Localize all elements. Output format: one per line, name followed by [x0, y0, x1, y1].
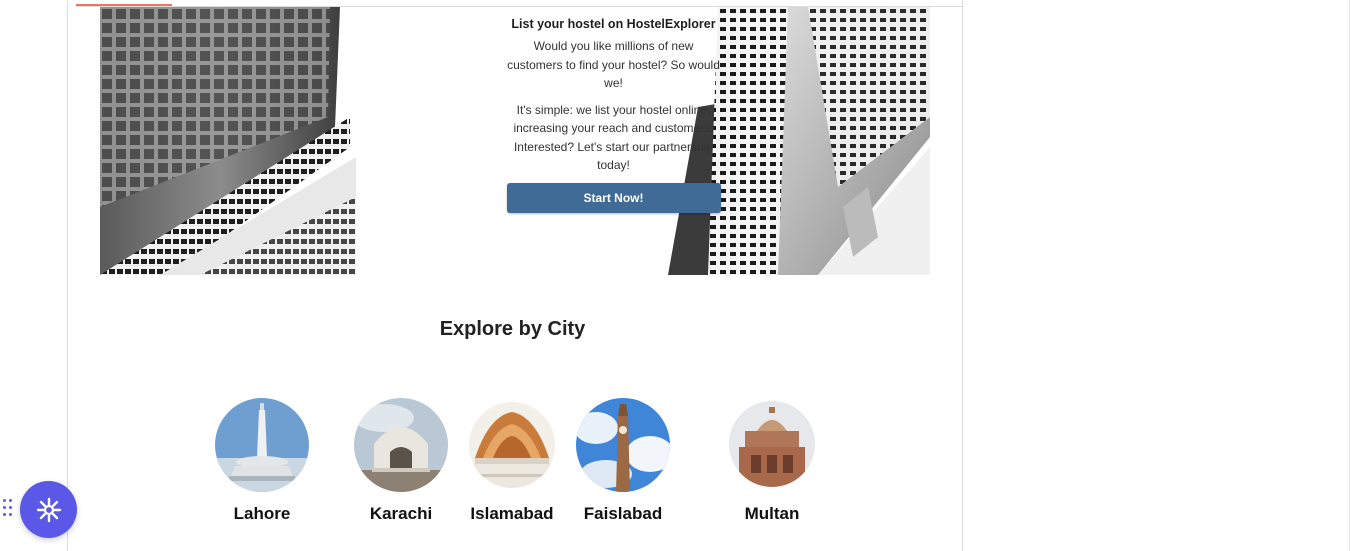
banner-paragraph-2: It's simple: we list your hostel online,… — [513, 102, 714, 173]
drag-handle-icon[interactable] — [3, 499, 15, 519]
list-hostel-banner: List your hostel on HostelExplorer Would… — [100, 7, 930, 275]
active-tab-indicator — [76, 4, 172, 6]
city-name-islamabad: Islamabad — [470, 504, 554, 523]
floating-assistant-button[interactable] — [20, 481, 77, 538]
banner-title: List your hostel on HostelExplorer — [511, 17, 716, 31]
city-card-multan[interactable]: Multan — [712, 398, 832, 523]
city-name-karachi: Karachi — [369, 504, 433, 523]
cta-panel: List your hostel on HostelExplorer Would… — [505, 14, 722, 213]
window-edge — [1349, 0, 1350, 551]
city-name-lahore: Lahore — [233, 504, 291, 523]
city-card-lahore[interactable]: Lahore — [202, 398, 322, 523]
page: List your hostel on HostelExplorer Would… — [0, 0, 1351, 551]
gear-icon — [36, 497, 61, 522]
explore-by-city-heading: Explore by City — [439, 318, 586, 340]
city-image-islamabad — [469, 402, 555, 488]
city-image-karachi — [354, 398, 448, 492]
city-card-karachi[interactable]: Karachi — [341, 398, 461, 523]
building-image-left — [100, 7, 356, 275]
city-image-faislabad — [576, 398, 670, 492]
city-image-lahore — [215, 398, 309, 492]
city-card-islamabad[interactable]: Islamabad — [452, 398, 572, 523]
city-name-multan: Multan — [744, 504, 800, 523]
banner-paragraph-1: Would you like millions of new customers… — [507, 39, 720, 90]
city-card-faislabad[interactable]: Faislabad — [563, 398, 683, 523]
city-name-faislabad: Faislabad — [583, 504, 663, 523]
city-image-multan — [729, 401, 815, 487]
start-now-button[interactable]: Start Now! — [506, 182, 721, 213]
